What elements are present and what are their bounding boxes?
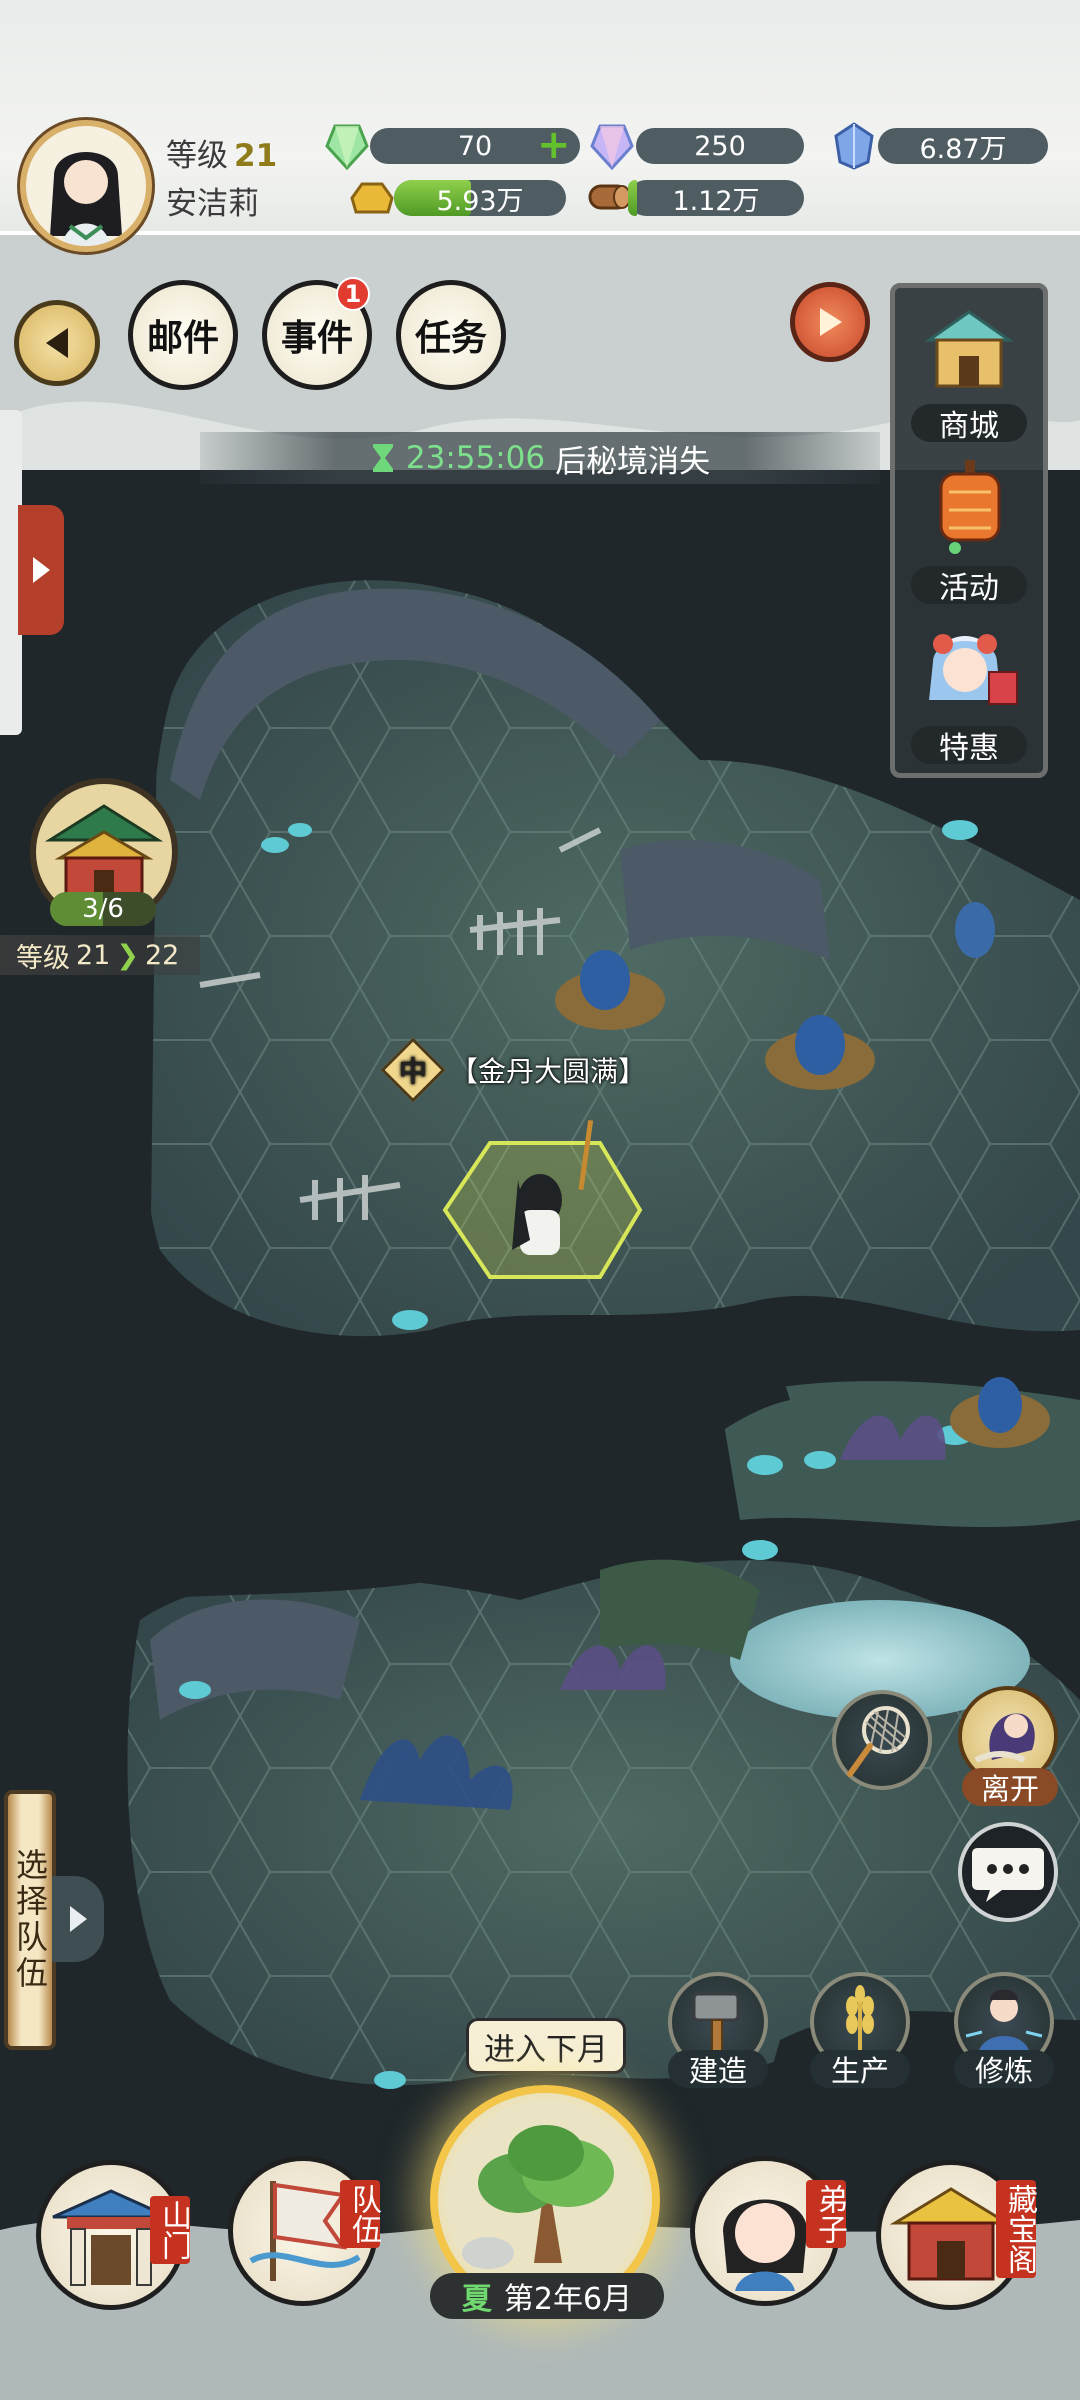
nav-team-label: 队伍 bbox=[340, 2180, 381, 2248]
triangle-right-icon bbox=[33, 557, 50, 583]
nav-treasury-label: 藏宝阁 bbox=[996, 2180, 1037, 2278]
season-label: 夏 bbox=[461, 2282, 492, 2317]
secret-realm-timer: 23:55:06 后秘境消失 bbox=[200, 432, 880, 484]
chat-button[interactable] bbox=[958, 1822, 1058, 1922]
gold-counter: 5.93万 bbox=[394, 180, 566, 217]
player-level: 等级 21 bbox=[166, 130, 277, 175]
team-expand-tab[interactable] bbox=[52, 1876, 104, 1962]
hero-realm: 【金丹大圆满】 bbox=[450, 1055, 647, 1088]
wood-value: 1.12万 bbox=[672, 185, 760, 217]
shop-label: 商城 bbox=[911, 404, 1027, 444]
leave-label: 离开 bbox=[962, 1768, 1058, 1806]
level-label: 等级 bbox=[166, 138, 228, 174]
hourglass-icon bbox=[372, 444, 393, 472]
tasks-button[interactable]: 任务 bbox=[396, 280, 506, 390]
build-label: 建造 bbox=[668, 2050, 768, 2088]
blue-crystal-icon bbox=[834, 122, 874, 170]
rainbow-spirit-stone-icon bbox=[590, 124, 634, 170]
triangle-right-icon bbox=[70, 1906, 87, 1932]
mail-label: 邮件 bbox=[146, 317, 219, 359]
sect-count-bar: 3/6 bbox=[50, 892, 156, 926]
sect-count-value: 3/6 bbox=[82, 894, 124, 924]
sect-level-label: 等级 bbox=[16, 942, 70, 974]
mail-button[interactable]: 邮件 bbox=[128, 280, 238, 390]
gold-value: 5.93万 bbox=[436, 185, 524, 217]
player-name: 安洁莉 bbox=[166, 186, 259, 222]
crystal-counter: 6.87万 bbox=[878, 128, 1048, 165]
hero-rank-icon: 中 bbox=[380, 1037, 446, 1103]
special-offer-button[interactable]: 特惠 bbox=[895, 618, 1043, 768]
chat-bubble-icon bbox=[972, 1848, 1044, 1902]
crystal-value: 6.87万 bbox=[919, 133, 1007, 165]
avatar-portrait-icon bbox=[50, 152, 122, 246]
triangle-right-icon bbox=[820, 308, 842, 336]
rainbow-spirit-stone-counter: 250 bbox=[636, 128, 804, 164]
green-spirit-stone-value: 70 bbox=[457, 130, 493, 162]
add-spirit-stone-button[interactable]: + bbox=[537, 125, 571, 165]
activity-label: 活动 bbox=[911, 566, 1027, 606]
special-offer-label: 特惠 bbox=[911, 726, 1027, 766]
timer-countdown: 23:55:06 bbox=[405, 440, 546, 476]
sect-level-next: 22 bbox=[144, 939, 180, 971]
nav-disciples-label: 弟子 bbox=[806, 2180, 847, 2248]
wood-progress-fill bbox=[628, 180, 637, 216]
player-avatar[interactable] bbox=[20, 120, 152, 252]
side-menu: 商城 活动 特惠 bbox=[890, 283, 1048, 778]
chevron-right-icon: ❯ bbox=[116, 939, 139, 971]
produce-label: 生产 bbox=[810, 2050, 910, 2088]
rainbow-spirit-stone-value: 250 bbox=[694, 130, 746, 162]
wood-counter: 1.12万 bbox=[628, 180, 804, 217]
special-offer-character-icon bbox=[929, 634, 1018, 705]
nav-gate-label: 山门 bbox=[150, 2196, 191, 2264]
triangle-left-icon bbox=[46, 328, 68, 358]
events-notification-badge: 1 bbox=[336, 277, 370, 311]
lantern-icon bbox=[939, 460, 1001, 554]
activity-button[interactable]: 活动 bbox=[895, 458, 1043, 608]
level-value: 21 bbox=[234, 138, 278, 174]
butterfly-net-icon bbox=[847, 1706, 910, 1777]
sect-level-upgrade: 等级 21 ❯ 22 bbox=[0, 935, 200, 975]
shop-button[interactable]: 商城 bbox=[895, 296, 1043, 446]
hero-label[interactable]: 中 【金丹大圆满】 bbox=[380, 1037, 647, 1103]
catch-net-button[interactable] bbox=[832, 1690, 932, 1790]
left-drawer-tab[interactable] bbox=[18, 505, 64, 635]
tasks-label: 任务 bbox=[414, 317, 487, 359]
expand-right-button[interactable] bbox=[790, 282, 870, 362]
gold-ingot-icon bbox=[350, 182, 394, 214]
sect-level-current: 21 bbox=[76, 939, 111, 971]
timer-text: 后秘境消失 bbox=[555, 443, 711, 480]
green-spirit-stone-icon bbox=[325, 124, 369, 170]
date-label: 第2年6月 bbox=[503, 2282, 633, 2317]
next-month-button[interactable]: 进入下月 bbox=[466, 2018, 626, 2074]
wood-log-icon bbox=[588, 184, 631, 210]
cultivate-label: 修炼 bbox=[954, 2050, 1054, 2088]
game-date: 夏 第2年6月 bbox=[430, 2273, 664, 2319]
collapse-left-button[interactable] bbox=[14, 300, 100, 386]
hero-rank-tag: 中 bbox=[398, 1054, 428, 1088]
shop-pavilion-icon bbox=[924, 310, 1014, 388]
events-label: 事件 bbox=[280, 317, 353, 359]
select-team-label: 选择队伍 bbox=[11, 1848, 49, 1992]
select-team-button[interactable]: 选择队伍 bbox=[4, 1790, 56, 2050]
